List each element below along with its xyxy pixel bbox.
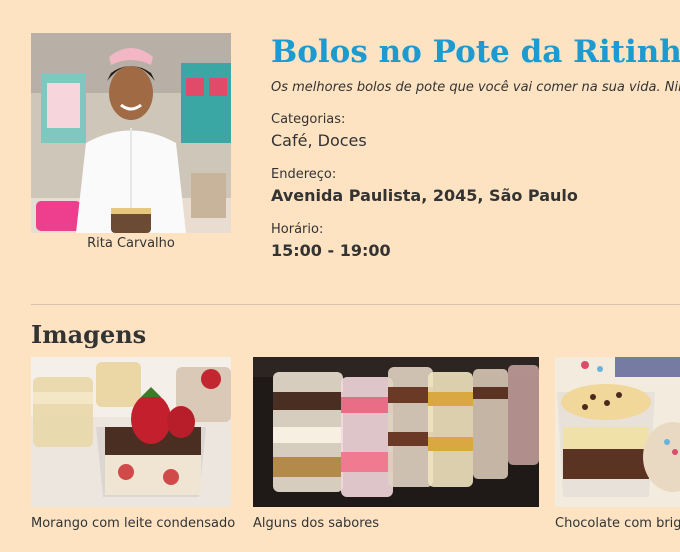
gallery-image-chocolate[interactable] [555, 357, 680, 507]
cake-jars-image-icon [253, 357, 539, 507]
gallery-image-morango[interactable] [31, 357, 231, 507]
store-slogan: Os melhores bolos de pote que você vai c… [271, 80, 680, 95]
gallery-caption: Morango com leite condensado [31, 516, 236, 531]
store-info: Bolos no Pote da Ritinha Os melhores bol… [271, 33, 680, 261]
address-label: Endereço: [271, 167, 337, 182]
chocolate-jars-image-icon [555, 357, 680, 507]
categories-label: Categorias: [271, 112, 346, 127]
hours-value: 15:00 - 19:00 [271, 241, 391, 260]
profile-name: Rita Carvalho [87, 236, 175, 251]
store-title: Bolos no Pote da Ritinha [271, 34, 680, 70]
gallery-item-morango[interactable]: Morango com leite condensado [31, 357, 241, 531]
cake-jar-image-icon [31, 357, 231, 507]
section-divider [31, 304, 680, 305]
gallery-caption: Chocolate com brig [555, 516, 680, 531]
images-heading: Imagens [31, 320, 147, 349]
categories-value: Café, Doces [271, 131, 367, 150]
gallery-image-sabores[interactable] [253, 357, 539, 507]
address-value: Avenida Paulista, 2045, São Paulo [271, 186, 578, 205]
profile-photo [31, 33, 231, 233]
hours-label: Horário: [271, 222, 324, 237]
profile-card: Rita Carvalho [31, 33, 231, 251]
gallery-item-sabores[interactable]: Alguns dos sabores [253, 357, 539, 531]
gallery-caption: Alguns dos sabores [253, 516, 380, 531]
gallery-item-chocolate[interactable]: Chocolate com brig [555, 357, 680, 531]
person-photo-icon [31, 33, 231, 233]
